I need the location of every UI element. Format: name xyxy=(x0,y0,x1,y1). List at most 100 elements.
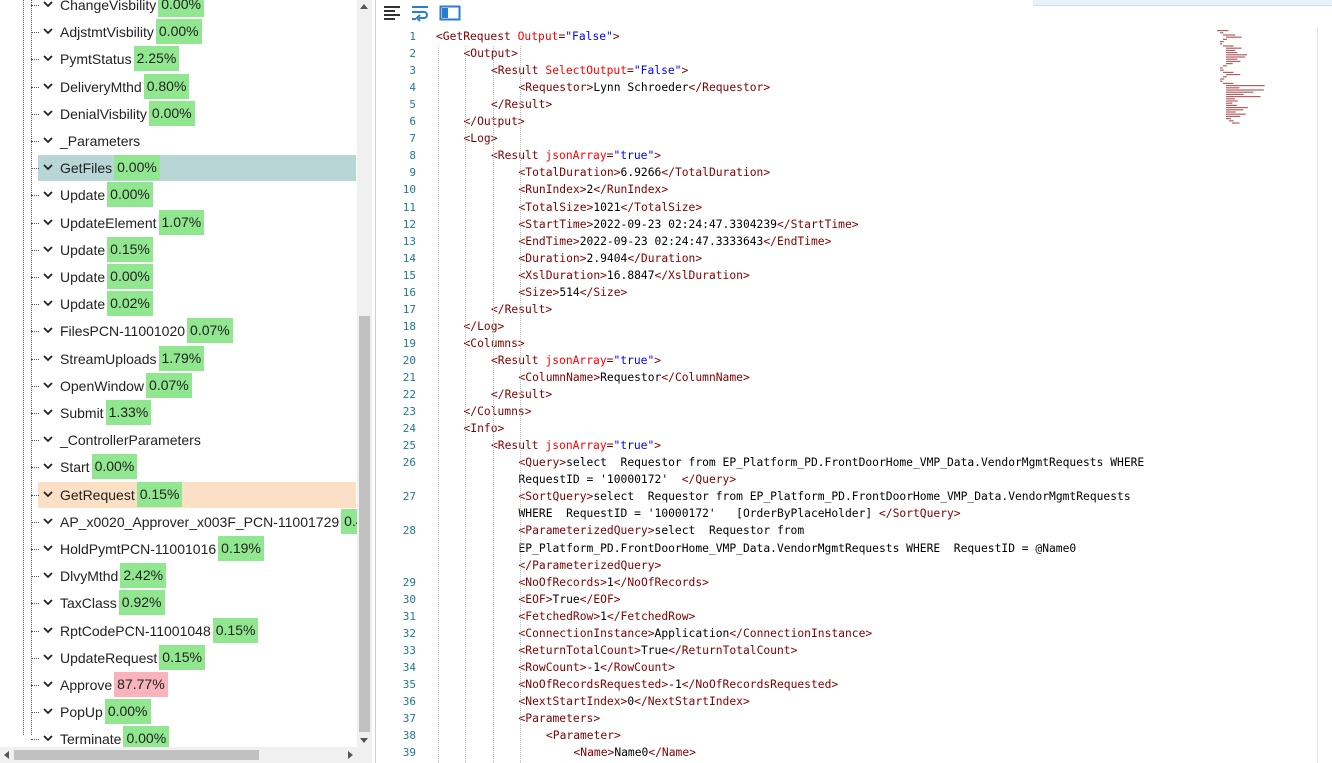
chevron-down-icon[interactable] xyxy=(42,215,56,229)
tree-node[interactable]: FilesPCN-11001020 0.07% xyxy=(31,318,356,344)
chevron-down-icon[interactable] xyxy=(42,0,56,11)
code-line[interactable]: <RowCount>-1</RowCount> xyxy=(519,661,675,674)
code-line[interactable]: <ParameterizedQuery>select Requestor fro… xyxy=(519,524,805,537)
code-line[interactable]: <Result jsonArray="true"> xyxy=(491,439,661,452)
editor-scroll-thumb[interactable] xyxy=(1319,28,1332,763)
scroll-right-icon[interactable] xyxy=(348,751,353,759)
code-line[interactable]: <TotalDuration>6.9266</TotalDuration> xyxy=(519,166,771,179)
chevron-down-icon[interactable] xyxy=(42,405,56,419)
code-line[interactable]: </Result> xyxy=(491,388,552,401)
tree-node[interactable]: AdjstmtVisbility 0.00% xyxy=(31,19,356,45)
tree-node[interactable]: RptCodePCN-11001048 0.15% xyxy=(31,617,356,644)
tree-node[interactable]: StreamUploads 1.79% xyxy=(31,345,356,372)
code-line[interactable]: <Parameter> xyxy=(546,729,621,742)
code-line[interactable]: RequestID = '10000172' </Query> xyxy=(519,473,737,486)
code-line[interactable]: <Result jsonArray="true"> xyxy=(491,354,661,367)
tree-node[interactable]: PopUp 0.00% xyxy=(31,699,356,725)
tree-node[interactable]: DlvyMthd 2.42% xyxy=(31,563,356,589)
code-line[interactable]: WHERE RequestID = '10000172' [OrderByPla… xyxy=(519,507,961,520)
code-line[interactable]: <RunIndex>2</RunIndex> xyxy=(519,183,669,196)
chevron-down-icon[interactable] xyxy=(42,187,56,201)
code-line[interactable]: <Requestor>Lynn Schroeder</Requestor> xyxy=(519,81,771,94)
code-line[interactable]: <Duration>2.9404</Duration> xyxy=(519,252,703,265)
chevron-down-icon[interactable] xyxy=(42,677,56,691)
code-line[interactable]: <SortQuery>select Requestor from EP_Plat… xyxy=(519,490,1131,503)
word-wrap-icon[interactable] xyxy=(410,4,432,24)
tree-node[interactable]: GetRequest 0.15% xyxy=(31,481,356,508)
code-line[interactable]: <NextStartIndex>0</NextStartIndex> xyxy=(519,695,750,708)
tree-node[interactable]: PymtStatus 2.25% xyxy=(31,46,356,72)
tree-node[interactable]: Update 0.00% xyxy=(31,264,356,290)
code-line[interactable]: </Output> xyxy=(464,115,525,128)
code-line[interactable]: EP_Platform_PD.FrontDoorHome_VMP_Data.Ve… xyxy=(519,542,1077,555)
code-line[interactable]: <GetRequest Output="False"> xyxy=(436,30,620,43)
scroll-down-icon[interactable] xyxy=(360,738,368,743)
tree-node[interactable]: Update 0.02% xyxy=(31,291,356,317)
tree-node[interactable]: Update 0.00% xyxy=(31,182,356,208)
code-line[interactable]: <ReturnTotalCount>True</ReturnTotalCount… xyxy=(519,644,798,657)
chevron-down-icon[interactable] xyxy=(42,323,56,337)
tree-node[interactable]: OpenWindow 0.07% xyxy=(31,372,356,399)
chevron-down-icon[interactable] xyxy=(42,351,56,365)
tree-node[interactable]: GetFiles 0.00% xyxy=(31,155,356,182)
hscroll-thumb[interactable] xyxy=(14,750,259,760)
code-line[interactable]: <Info> xyxy=(464,422,505,435)
chevron-down-icon[interactable] xyxy=(42,51,56,65)
chevron-down-icon[interactable] xyxy=(42,378,56,392)
tree-node[interactable]: _ControllerParameters xyxy=(31,427,356,453)
tree-node[interactable]: DenialVisbility 0.00% xyxy=(31,100,356,127)
editor-vertical-scrollbar[interactable] xyxy=(1317,28,1332,763)
code-line[interactable]: <XslDuration>16.8847</XslDuration> xyxy=(519,269,750,282)
code-line[interactable]: <StartTime>2022-09-23 02:24:47.3304239</… xyxy=(519,218,859,231)
code-line[interactable]: </ParameterizedQuery> xyxy=(519,559,662,572)
chevron-down-icon[interactable] xyxy=(42,296,56,310)
code-line[interactable]: </Log> xyxy=(464,320,505,333)
tree-node[interactable]: UpdateRequest 0.15% xyxy=(31,644,356,671)
tree-node[interactable]: Submit 1.33% xyxy=(31,400,356,426)
chevron-down-icon[interactable] xyxy=(42,541,56,555)
format-align-icon[interactable] xyxy=(382,4,404,24)
tree-node[interactable]: UpdateElement 1.07% xyxy=(31,209,356,236)
code-line[interactable]: <TotalSize>1021</TotalSize> xyxy=(519,201,703,214)
chevron-down-icon[interactable] xyxy=(42,731,56,745)
code-line[interactable]: <Output> xyxy=(464,47,518,60)
tree-node[interactable]: _Parameters xyxy=(31,128,356,154)
chevron-down-icon[interactable] xyxy=(42,487,56,501)
minimap[interactable] xyxy=(1215,28,1287,138)
chevron-down-icon[interactable] xyxy=(42,623,56,637)
chevron-down-icon[interactable] xyxy=(42,160,56,174)
chevron-down-icon[interactable] xyxy=(42,242,56,256)
code-line[interactable]: <NoOfRecordsRequested>-1</NoOfRecordsReq… xyxy=(519,678,839,691)
chevron-down-icon[interactable] xyxy=(42,24,56,38)
chevron-down-icon[interactable] xyxy=(42,106,56,120)
tree-node[interactable]: AP_x0020_Approver_x003F_PCN-11001729 0.4 xyxy=(31,508,367,535)
code-line[interactable]: <NoOfRecords>1</NoOfRecords> xyxy=(519,576,709,589)
chevron-down-icon[interactable] xyxy=(42,79,56,93)
chevron-down-icon[interactable] xyxy=(42,459,56,473)
code-line[interactable]: </Result> xyxy=(491,303,552,316)
scroll-thumb[interactable] xyxy=(359,316,370,732)
code-line[interactable]: <Size>514</Size> xyxy=(519,286,628,299)
tree-vertical-scrollbar[interactable] xyxy=(357,0,372,747)
code-line[interactable]: <EndTime>2022-09-23 02:24:47.3333643</En… xyxy=(519,235,832,248)
code-line[interactable]: </Result> xyxy=(491,98,552,111)
code-line[interactable]: <FetchedRow>1</FetchedRow> xyxy=(519,610,696,623)
code-line[interactable]: <Parameters> xyxy=(519,712,601,725)
code-line[interactable]: <EOF>True</EOF> xyxy=(519,593,621,606)
chevron-down-icon[interactable] xyxy=(42,269,56,283)
chevron-down-icon[interactable] xyxy=(42,595,56,609)
code-line[interactable]: <Result jsonArray="true"> xyxy=(491,149,661,162)
code-line[interactable]: <Name>Name0</Name> xyxy=(574,746,696,759)
chevron-down-icon[interactable] xyxy=(42,650,56,664)
tree-node[interactable]: Update 0.15% xyxy=(31,236,356,263)
chevron-down-icon[interactable] xyxy=(42,568,56,582)
chevron-down-icon[interactable] xyxy=(42,133,56,147)
tree-node[interactable]: DeliveryMthd 0.80% xyxy=(31,73,356,100)
chevron-down-icon[interactable] xyxy=(42,704,56,718)
tree-node[interactable]: HoldPymtPCN-11001016 0.19% xyxy=(31,536,356,562)
tree-node[interactable]: Start 0.00% xyxy=(31,454,356,480)
tree-horizontal-scrollbar[interactable] xyxy=(0,747,357,763)
scroll-left-icon[interactable] xyxy=(4,751,9,759)
code-line[interactable]: <ConnectionInstance>Application</Connect… xyxy=(519,627,873,640)
tree-node[interactable]: ChangeVisbility 0.00% xyxy=(31,0,356,18)
